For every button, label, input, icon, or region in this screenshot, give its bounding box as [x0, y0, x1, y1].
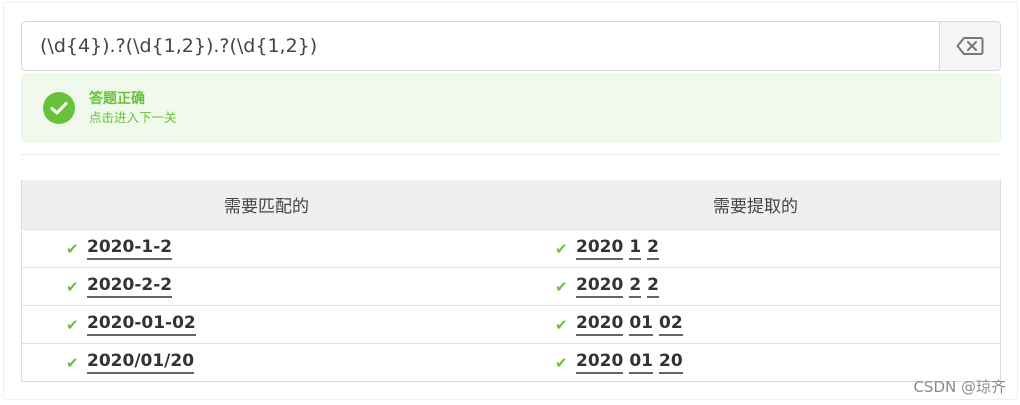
- match-value: 2020-2-2: [87, 275, 173, 298]
- match-value: 2020-1-2: [87, 237, 173, 260]
- group-value: 2020: [576, 275, 624, 298]
- group-value: 2020: [576, 351, 624, 374]
- check-icon: ✔: [555, 239, 568, 258]
- match-table: 需要匹配的 需要提取的 ✔ 2020-1-2 ✔ 2020 1 2 ✔ 2020…: [21, 180, 1001, 382]
- backspace-icon: [956, 37, 984, 55]
- group-value: 20: [659, 351, 683, 374]
- success-alert[interactable]: 答题正确 点击进入下一关: [21, 74, 1001, 142]
- success-text: 答题正确 点击进入下一关: [89, 89, 177, 127]
- header-extract: 需要提取的: [713, 197, 798, 217]
- check-icon: ✔: [555, 315, 568, 334]
- check-icon: ✔: [66, 239, 79, 258]
- match-value: 2020-01-02: [87, 313, 196, 336]
- watermark: CSDN @琼齐: [913, 378, 1006, 396]
- check-icon: ✔: [66, 315, 79, 334]
- group-value: 02: [659, 313, 683, 336]
- table-row: ✔ 2020-1-2 ✔ 2020 1 2: [22, 229, 1000, 267]
- group-value: 2020: [576, 237, 624, 260]
- group-value: 2: [647, 237, 660, 260]
- clear-button[interactable]: [939, 22, 1000, 70]
- group-value: 2020: [576, 313, 624, 336]
- table-row: ✔ 2020-01-02 ✔ 2020 01 02: [22, 305, 1000, 343]
- header-match: 需要匹配的: [224, 197, 309, 217]
- table-header: 需要匹配的 需要提取的: [22, 180, 1000, 229]
- match-value: 2020/01/20: [87, 351, 195, 374]
- group-value: 2: [629, 275, 642, 298]
- group-value: 2: [647, 275, 660, 298]
- group-value: 01: [629, 313, 653, 336]
- check-icon: ✔: [555, 353, 568, 372]
- regex-input-row: [21, 21, 1001, 71]
- check-icon: ✔: [66, 353, 79, 372]
- success-title: 答题正确: [89, 91, 145, 107]
- divider: [21, 154, 1001, 155]
- check-icon: ✔: [555, 277, 568, 296]
- next-level-link[interactable]: 点击进入下一关: [89, 109, 177, 127]
- group-value: 01: [629, 351, 653, 374]
- group-value: 1: [629, 237, 642, 260]
- table-row: ✔ 2020-2-2 ✔ 2020 2 2: [22, 267, 1000, 305]
- check-icon: ✔: [66, 277, 79, 296]
- regex-input[interactable]: [22, 22, 939, 70]
- table-row: ✔ 2020/01/20 ✔ 2020 01 20: [22, 343, 1000, 381]
- check-circle-icon: [43, 92, 75, 124]
